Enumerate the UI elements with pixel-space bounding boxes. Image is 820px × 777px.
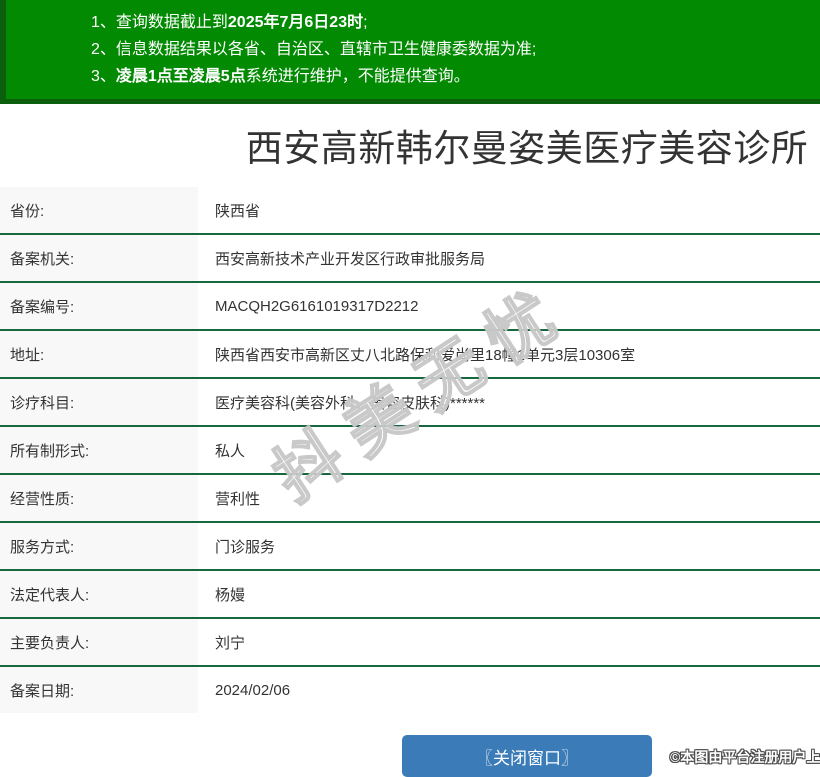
table-row: 经营性质: 营利性	[0, 475, 820, 523]
row-value: 刘宁	[198, 619, 820, 665]
table-row: 服务方式: 门诊服务	[0, 523, 820, 571]
row-label: 诊疗科目:	[0, 379, 198, 425]
notice-text-bold: 2025年7月6日23时	[228, 14, 363, 31]
table-row: 主要负责人: 刘宁	[0, 619, 820, 667]
row-value: 2024/02/06	[198, 667, 820, 713]
close-window-button[interactable]: 〖关闭窗口〗	[402, 735, 652, 777]
notice-text: 系统进行维护，不能提供查询。	[246, 68, 470, 85]
upload-stamp: ©本图由平台注册用户上传	[670, 747, 820, 767]
row-value: 营利性	[198, 475, 820, 521]
row-value: 陕西省	[198, 187, 820, 233]
title-container: 西安高新韩尔曼姿美医疗美容诊所	[0, 128, 820, 170]
row-value: MACQH2G6161019317D2212	[198, 283, 820, 329]
row-value: 杨嫚	[198, 571, 820, 617]
row-value: 门诊服务	[198, 523, 820, 569]
table-row: 备案机关: 西安高新技术产业开发区行政审批服务局	[0, 235, 820, 283]
row-label: 省份:	[0, 187, 198, 233]
row-label: 法定代表人:	[0, 571, 198, 617]
row-label: 服务方式:	[0, 523, 198, 569]
row-label: 备案日期:	[0, 667, 198, 713]
notice-line: 1、查询数据截止到2025年7月6日23时;	[91, 9, 810, 36]
notice-text: 1、查询数据截止到	[91, 14, 228, 31]
page-title: 西安高新韩尔曼姿美医疗美容诊所	[0, 128, 820, 170]
notice-banner: 1、查询数据截止到2025年7月6日23时; 2、信息数据结果以各省、自治区、直…	[0, 0, 820, 104]
table-row: 备案编号: MACQH2G6161019317D2212	[0, 283, 820, 331]
row-label: 主要负责人:	[0, 619, 198, 665]
table-row: 诊疗科目: 医疗美容科(美容外科、美容皮肤科)******	[0, 379, 820, 427]
table-row: 省份: 陕西省	[0, 187, 820, 235]
row-value: 陕西省西安市高新区丈八北路保利爱尚里18幢1单元3层10306室	[198, 331, 820, 377]
row-value: 医疗美容科(美容外科、美容皮肤科)******	[198, 379, 820, 425]
notice-line: 3、凌晨1点至凌晨5点系统进行维护，不能提供查询。	[91, 63, 810, 90]
table-row: 地址: 陕西省西安市高新区丈八北路保利爱尚里18幢1单元3层10306室	[0, 331, 820, 379]
notice-text: ;	[363, 14, 367, 31]
notice-text-bold: 凌晨1点至凌晨5点	[116, 68, 246, 85]
notice-line: 2、信息数据结果以各省、自治区、直辖市卫生健康委数据为准;	[91, 36, 810, 63]
row-value: 私人	[198, 427, 820, 473]
row-label: 备案编号:	[0, 283, 198, 329]
row-label: 经营性质:	[0, 475, 198, 521]
row-label: 所有制形式:	[0, 427, 198, 473]
info-table: 省份: 陕西省 备案机关: 西安高新技术产业开发区行政审批服务局 备案编号: M…	[0, 187, 820, 713]
row-label: 地址:	[0, 331, 198, 377]
row-label: 备案机关:	[0, 235, 198, 281]
table-row: 备案日期: 2024/02/06	[0, 667, 820, 713]
row-value: 西安高新技术产业开发区行政审批服务局	[198, 235, 820, 281]
notice-text: 3、	[91, 68, 116, 85]
table-row: 所有制形式: 私人	[0, 427, 820, 475]
table-row: 法定代表人: 杨嫚	[0, 571, 820, 619]
notice-text: 2、信息数据结果以各省、自治区、直辖市卫生健康委数据为准;	[91, 41, 536, 58]
